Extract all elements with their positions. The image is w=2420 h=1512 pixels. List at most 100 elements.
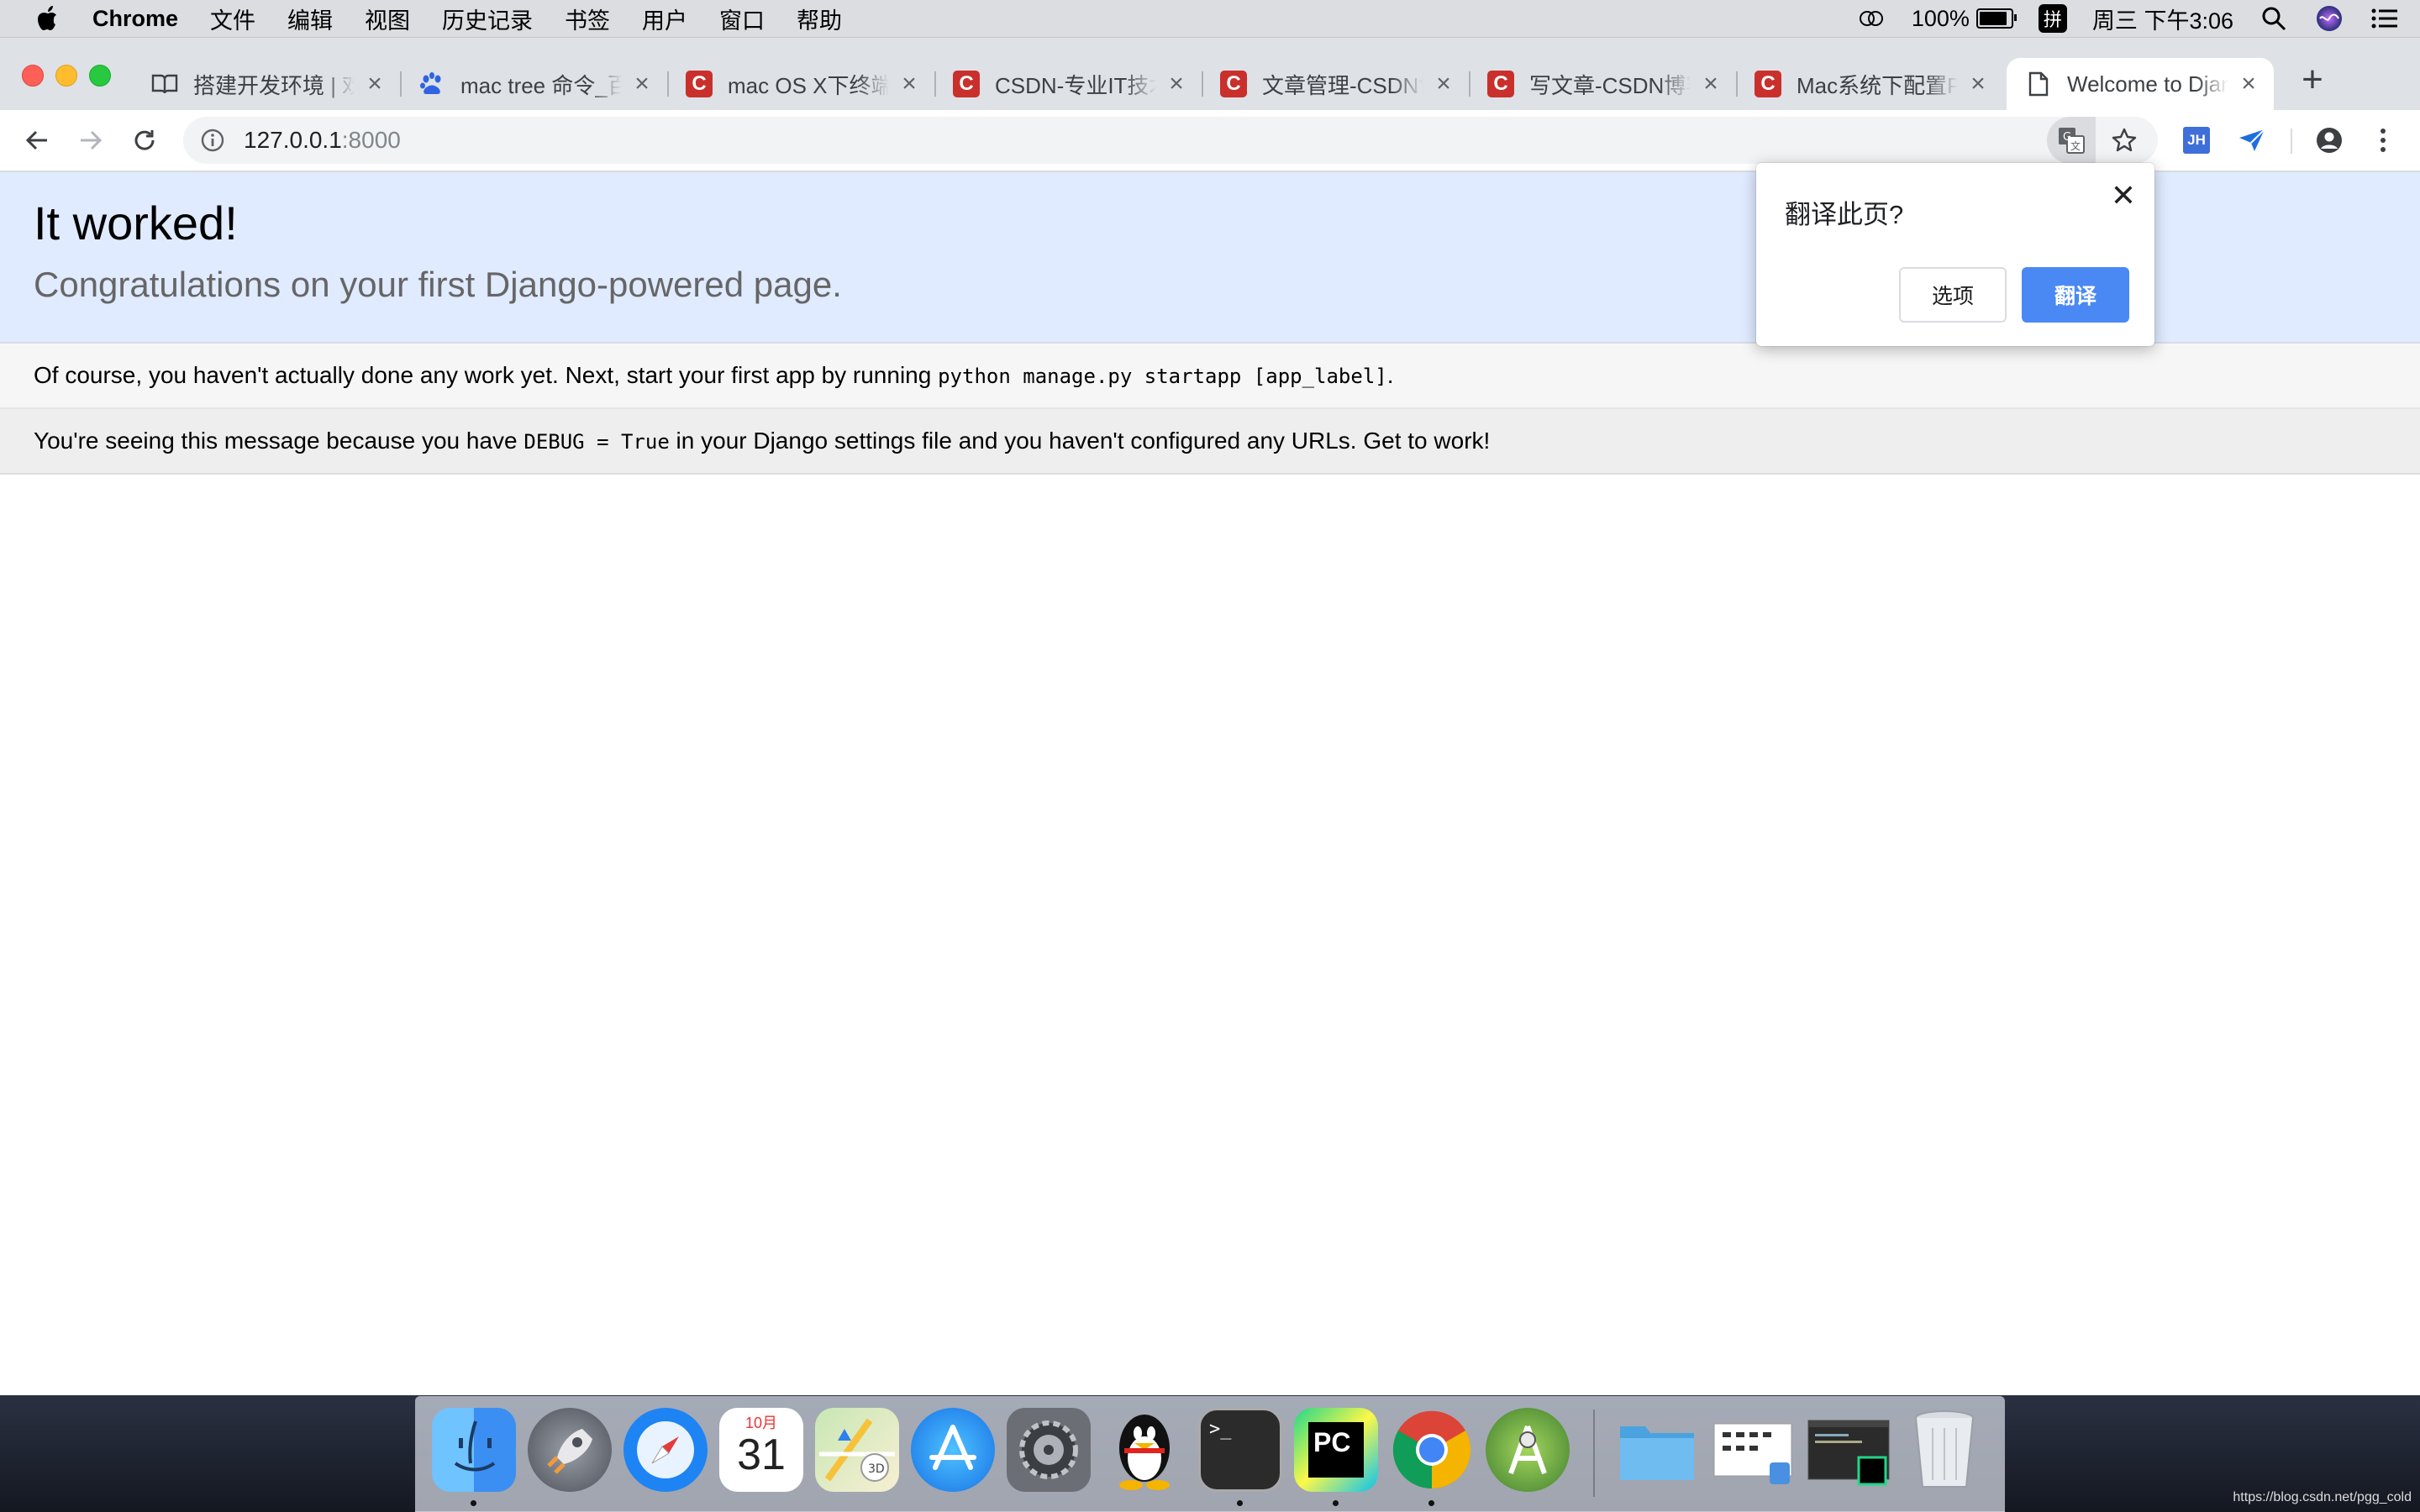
address-bar[interactable]: 127.0.0.1:8000 G文 xyxy=(183,117,2158,164)
explanation-text: You're seeing this message because you h… xyxy=(34,428,1490,454)
maps-icon[interactable]: 3D xyxy=(815,1408,899,1492)
menu-view[interactable]: 视图 xyxy=(365,3,410,35)
tab-title: 写文章-CSDN博客 xyxy=(1529,72,1691,98)
tab-1[interactable]: 搭建开发环境 | 欢 × xyxy=(133,58,400,110)
site-info-icon[interactable] xyxy=(200,128,225,153)
tab-6[interactable]: C 写文章-CSDN博客 × xyxy=(1469,58,1736,110)
pycharm-label: PC xyxy=(1313,1427,1351,1457)
dock-separator xyxy=(1593,1410,1595,1497)
baidu-paw-icon xyxy=(418,71,445,97)
apple-menu-icon[interactable] xyxy=(34,3,64,34)
tab-close-icon[interactable]: × xyxy=(630,70,654,97)
jh-extension-icon[interactable]: JH xyxy=(2180,123,2213,157)
qq-penguin-icon[interactable] xyxy=(1102,1408,1186,1492)
instructions-pre: Of course, you haven't actually done any… xyxy=(34,362,939,388)
tab-close-icon[interactable]: × xyxy=(363,70,387,97)
csdn-icon: C xyxy=(1220,71,1247,97)
debug-setting-code: DEBUG = True xyxy=(523,430,670,454)
screenshot-stack-icon[interactable] xyxy=(1711,1408,1795,1492)
menu-bookmarks[interactable]: 书签 xyxy=(565,3,610,35)
cloud-sync-icon[interactable] xyxy=(1856,3,1886,34)
terminal-icon[interactable]: >_ xyxy=(1198,1408,1282,1492)
menu-edit[interactable]: 编辑 xyxy=(287,3,333,35)
menu-history[interactable]: 历史记录 xyxy=(442,3,533,35)
app-name-menu[interactable]: Chrome xyxy=(92,6,178,32)
menu-kebab-icon[interactable] xyxy=(2366,123,2400,157)
tab-4[interactable]: C CSDN-专业IT技术 × xyxy=(934,58,1202,110)
folder-icon[interactable] xyxy=(1615,1408,1699,1492)
tab-close-icon[interactable]: × xyxy=(2237,70,2260,97)
system-preferences-gear-icon[interactable] xyxy=(1007,1408,1091,1492)
popup-close-icon[interactable]: ✕ xyxy=(2111,178,2136,213)
battery-status[interactable]: 100% xyxy=(1912,6,2017,32)
forward-arrow-icon[interactable] xyxy=(74,123,108,157)
tab-title: Welcome to Django xyxy=(2067,71,2228,97)
translate-button[interactable]: 翻译 xyxy=(2022,267,2129,323)
finder-icon[interactable] xyxy=(432,1408,516,1492)
tab-2[interactable]: mac tree 命令_百 × xyxy=(400,58,667,110)
explanation-pre: You're seeing this message because you h… xyxy=(34,428,524,454)
calendar-icon[interactable]: 10月 31 xyxy=(719,1408,803,1492)
launchpad-rocket-icon[interactable] xyxy=(528,1408,612,1492)
safari-compass-icon[interactable] xyxy=(623,1408,708,1492)
translate-popup: 翻译此页? ✕ 选项 翻译 xyxy=(1756,163,2154,346)
profile-avatar-icon[interactable] xyxy=(2312,123,2346,157)
tab-title: 搭建开发环境 | 欢 xyxy=(193,72,355,98)
clock[interactable]: 周三 下午3:06 xyxy=(2092,3,2233,35)
pycharm-running-indicator xyxy=(1333,1500,1339,1506)
terminal-running-indicator xyxy=(1237,1500,1243,1506)
url-text: 127.0.0.1:8000 xyxy=(244,127,401,154)
new-tab-button[interactable]: + xyxy=(2294,59,2331,100)
tab-close-icon[interactable]: × xyxy=(1966,70,1990,97)
csdn-icon: C xyxy=(1487,71,1514,97)
translate-question: 翻译此页? xyxy=(1785,200,1904,229)
tab-3[interactable]: C mac OS X下终端 × xyxy=(667,58,934,110)
instructions-text: Of course, you haven't actually done any… xyxy=(34,362,1394,389)
minimize-window-button[interactable] xyxy=(55,65,77,87)
page-icon xyxy=(2025,71,2052,97)
trash-icon[interactable] xyxy=(1902,1408,1986,1492)
menu-file[interactable]: 文件 xyxy=(210,3,255,35)
url-host: 127.0.0.1 xyxy=(244,127,342,153)
menu-window[interactable]: 窗口 xyxy=(719,3,765,35)
android-studio-icon[interactable] xyxy=(1486,1408,1570,1492)
explanation-section: You're seeing this message because you h… xyxy=(0,409,2420,475)
tab-close-icon[interactable]: × xyxy=(1699,70,1723,97)
pycharm-window-thumbnail-icon[interactable] xyxy=(1807,1408,1891,1492)
menu-help[interactable]: 帮助 xyxy=(797,3,842,35)
toolbar-divider xyxy=(2291,129,2292,154)
svg-text:文: 文 xyxy=(2070,139,2081,152)
spotlight-search-icon[interactable] xyxy=(2259,3,2289,34)
csdn-icon: C xyxy=(953,71,980,97)
csdn-icon: C xyxy=(1754,71,1781,97)
notification-center-icon[interactable] xyxy=(2370,3,2400,34)
csdn-icon: C xyxy=(686,71,713,97)
battery-level xyxy=(1979,12,2007,25)
tab-7[interactable]: C Mac系统下配置P × xyxy=(1736,58,2003,110)
bird-extension-icon[interactable] xyxy=(2235,123,2269,157)
tab-title: CSDN-专业IT技术 xyxy=(995,72,1156,98)
menu-people[interactable]: 用户 xyxy=(642,3,687,35)
reload-icon[interactable] xyxy=(128,123,161,157)
back-arrow-icon[interactable] xyxy=(20,123,54,157)
siri-icon[interactable] xyxy=(2314,3,2344,34)
tab-close-icon[interactable]: × xyxy=(1165,70,1188,97)
app-store-icon[interactable] xyxy=(911,1408,995,1492)
pycharm-icon[interactable]: PC xyxy=(1294,1408,1378,1492)
tab-close-icon[interactable]: × xyxy=(897,70,921,97)
tab-strip: 搭建开发环境 | 欢 × mac tree 命令_百 × C mac OS X下… xyxy=(0,38,2420,110)
zoom-window-button[interactable] xyxy=(89,65,111,87)
translate-icon[interactable]: G文 xyxy=(2047,117,2096,164)
options-button[interactable]: 选项 xyxy=(1899,267,2007,323)
book-icon xyxy=(151,71,178,97)
tab-close-icon[interactable]: × xyxy=(1432,70,1455,97)
bookmark-star-icon[interactable] xyxy=(2101,117,2148,164)
explanation-post: in your Django settings file and you hav… xyxy=(669,428,1491,454)
pycharm-badge: PC xyxy=(1308,1422,1364,1478)
input-method-icon[interactable]: 拼 xyxy=(2038,4,2067,33)
chrome-icon[interactable] xyxy=(1390,1408,1474,1492)
tab-active-django[interactable]: Welcome to Django × xyxy=(2007,58,2274,110)
tab-5[interactable]: C 文章管理-CSDN博 × xyxy=(1202,58,1469,110)
close-window-button[interactable] xyxy=(22,65,44,87)
tab-title: Mac系统下配置P xyxy=(1797,72,1958,98)
